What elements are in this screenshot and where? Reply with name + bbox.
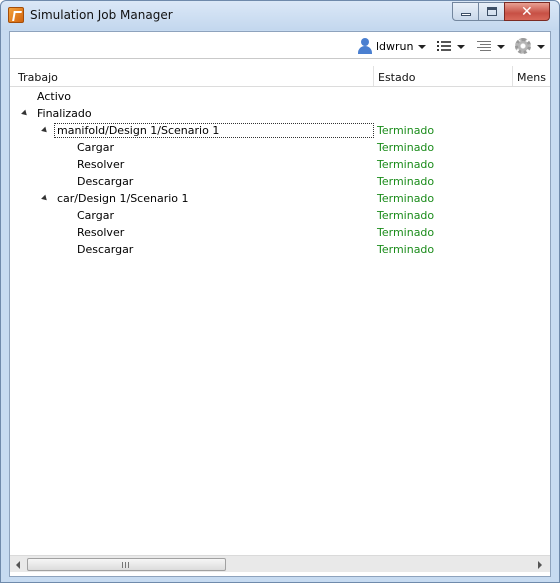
- job-name: manifold/Design 1/Scenario 1: [54, 123, 374, 138]
- user-name[interactable]: ldwrun: [376, 40, 414, 53]
- step-name: Resolver: [77, 158, 125, 171]
- step-status: Terminado: [377, 141, 435, 154]
- tree-node-job[interactable]: car/Design 1/Scenario 1 Terminado: [10, 190, 550, 207]
- lines-icon[interactable]: [477, 41, 491, 51]
- maximize-icon: [487, 7, 497, 16]
- step-name: Cargar: [77, 141, 114, 154]
- expand-arrow-icon[interactable]: [41, 194, 49, 203]
- minimize-icon: [461, 13, 471, 16]
- step-status: Terminado: [377, 175, 435, 188]
- close-button[interactable]: ✕: [504, 2, 550, 21]
- job-name: car/Design 1/Scenario 1: [57, 192, 189, 205]
- tree-node-label: Finalizado: [37, 107, 92, 120]
- tree-node-step[interactable]: Cargar Terminado: [10, 139, 550, 156]
- filter-dropdown-chevron-icon[interactable]: [497, 45, 505, 49]
- tree-node-step[interactable]: Cargar Terminado: [10, 207, 550, 224]
- horizontal-scrollbar[interactable]: [10, 555, 550, 572]
- step-status: Terminado: [377, 158, 435, 171]
- job-status: Terminado: [377, 124, 435, 137]
- scrollbar-thumb[interactable]: [27, 558, 226, 571]
- view-dropdown-chevron-icon[interactable]: [457, 45, 465, 49]
- step-name: Resolver: [77, 226, 125, 239]
- step-name: Descargar: [77, 175, 134, 188]
- tree-node-step[interactable]: Resolver Terminado: [10, 156, 550, 173]
- settings-dropdown-chevron-icon[interactable]: [537, 45, 545, 49]
- column-header-status[interactable]: Estado: [378, 71, 415, 84]
- column-header: Trabajo Estado Mens: [10, 66, 550, 87]
- title-bar[interactable]: Simulation Job Manager ✕: [1, 1, 559, 30]
- grip-icon: [122, 562, 130, 568]
- expand-arrow-icon[interactable]: [21, 109, 29, 118]
- app-window: Simulation Job Manager ✕ ldwrun Trabajo: [0, 0, 560, 583]
- tree-node-step[interactable]: Descargar Terminado: [10, 241, 550, 258]
- app-logo-icon: [8, 7, 24, 23]
- tree-node-active[interactable]: Activo: [10, 88, 550, 105]
- tree-node-step[interactable]: Descargar Terminado: [10, 173, 550, 190]
- user-icon[interactable]: [357, 38, 373, 54]
- scroll-right-icon[interactable]: [538, 561, 542, 569]
- tree-node-label: Activo: [37, 90, 71, 103]
- column-separator[interactable]: [373, 66, 374, 86]
- gear-icon[interactable]: [515, 38, 531, 54]
- job-manager-panel: ldwrun Trabajo Estado Mens Activo Finali…: [9, 31, 551, 577]
- close-icon: ✕: [521, 4, 533, 20]
- step-status: Terminado: [377, 226, 435, 239]
- step-name: Cargar: [77, 209, 114, 222]
- maximize-button[interactable]: [478, 2, 505, 21]
- toolbar: ldwrun: [10, 32, 550, 59]
- job-status: Terminado: [377, 192, 435, 205]
- tree-node-step[interactable]: Resolver Terminado: [10, 224, 550, 241]
- tree-node-finished[interactable]: Finalizado: [10, 105, 550, 122]
- scroll-left-icon[interactable]: [16, 561, 20, 569]
- user-dropdown-chevron-icon[interactable]: [418, 45, 426, 49]
- column-separator[interactable]: [512, 66, 513, 86]
- list-view-icon[interactable]: [437, 41, 451, 51]
- tree-node-job[interactable]: manifold/Design 1/Scenario 1 Terminado: [10, 122, 550, 139]
- step-status: Terminado: [377, 243, 435, 256]
- minimize-button[interactable]: [452, 2, 479, 21]
- column-header-job[interactable]: Trabajo: [18, 71, 58, 84]
- step-status: Terminado: [377, 209, 435, 222]
- step-name: Descargar: [77, 243, 134, 256]
- window-title: Simulation Job Manager: [30, 8, 173, 22]
- column-header-message[interactable]: Mens: [517, 71, 546, 84]
- expand-arrow-icon[interactable]: [41, 126, 49, 135]
